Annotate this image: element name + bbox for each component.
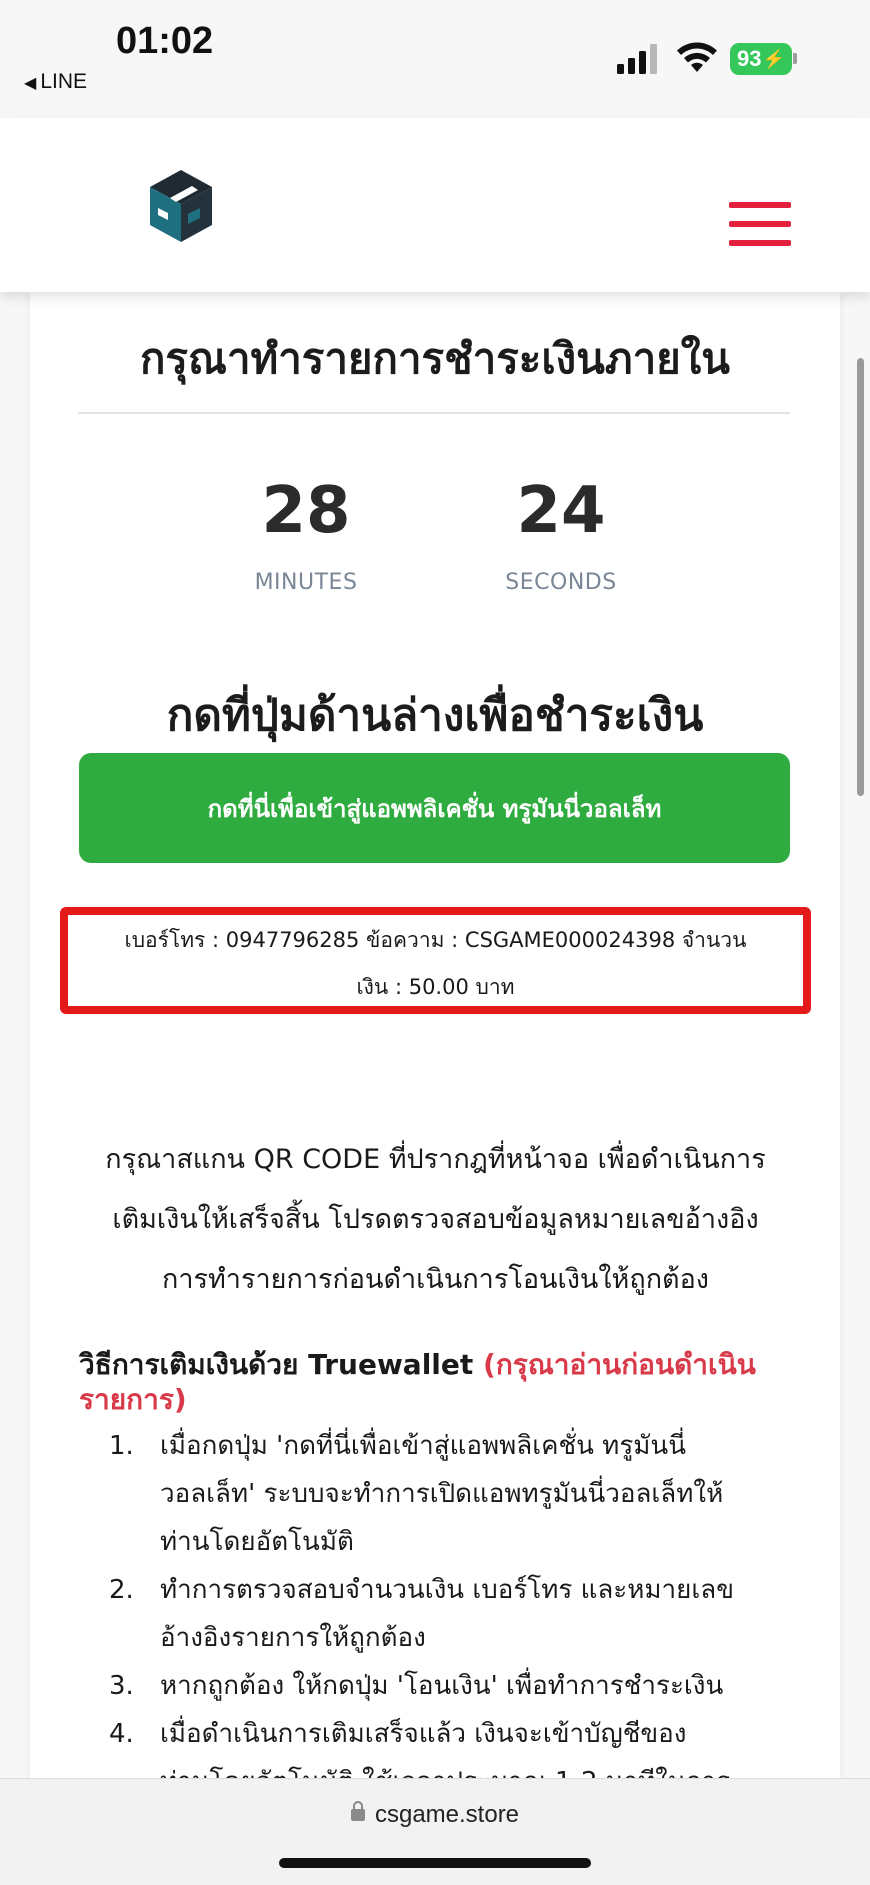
battery-level: 93 (737, 46, 762, 71)
home-indicator[interactable] (279, 1858, 591, 1868)
back-to-app-link[interactable]: ◀ LINE (24, 70, 87, 94)
scan-instructions: กรุณาสแกน QR CODE ที่ปรากฎที่หน้าจอ เพื่… (60, 1130, 811, 1310)
payment-details-box: เบอร์โทร : 0947796285 ข้อความ : CSGAME00… (60, 907, 811, 1014)
payment-title: กรุณาทำรายการชำระเงินภายใน (139, 334, 730, 383)
step-text-line: ทำการตรวจสอบจำนวนเงิน เบอร์โทร และหมายเล… (160, 1575, 734, 1605)
step-number: 3. (109, 1671, 134, 1701)
wifi-icon (677, 42, 717, 72)
instructions-line-3: การทำรายการก่อนดำเนินการโอนเงินให้ถูกต้อ… (162, 1264, 709, 1295)
step-number: 4. (109, 1719, 134, 1749)
back-triangle-icon: ◀ (24, 75, 37, 92)
step-text-line: เมื่อกดปุ่ม 'กดที่นี่เพื่อเข้าสู่แอพพลิเ… (160, 1431, 686, 1461)
status-time: 01:02 (116, 20, 214, 62)
csgame-logo-icon[interactable] (148, 168, 214, 244)
payment-details-line-1: เบอร์โทร : 0947796285 ข้อความ : CSGAME00… (124, 928, 747, 952)
how-to-title-text: วิธีการเติมเงินด้วย Truewallet (79, 1348, 474, 1381)
step-text-line: เมื่อดำเนินการเติมเสร็จแล้ว เงินจะเข้าบั… (160, 1719, 687, 1749)
battery-icon: 93 ⚡ (730, 43, 792, 75)
countdown-seconds: 24 (516, 474, 606, 548)
step-number: 2. (109, 1575, 134, 1605)
step-text-line: ท่านโดยอัตโนมัติ (160, 1527, 354, 1557)
how-to-steps: 1. เมื่อกดปุ่ม 'กดที่นี่เพื่อเข้าสู่แอพพ… (79, 1422, 819, 1782)
countdown-seconds-label: SECONDS (505, 570, 617, 595)
cellular-signal-icon (617, 44, 657, 74)
step-item: 2. ทำการตรวจสอบจำนวนเงิน เบอร์โทร และหมา… (79, 1566, 819, 1662)
instructions-line-1: กรุณาสแกน QR CODE ที่ปรากฎที่หน้าจอ เพื่… (105, 1144, 766, 1175)
charging-bolt-icon: ⚡ (762, 48, 785, 69)
step-item: 1. เมื่อกดปุ่ม 'กดที่นี่เพื่อเข้าสู่แอพพ… (79, 1422, 819, 1566)
title-divider (78, 412, 790, 414)
how-to-heading: วิธีการเติมเงินด้วย Truewallet (กรุณาอ่า… (79, 1347, 779, 1417)
site-header (0, 118, 870, 292)
battery-nub (793, 53, 797, 64)
lock-icon (350, 1801, 365, 1821)
status-bar: 01:02 ◀ LINE 93 ⚡ (0, 0, 870, 118)
url-text[interactable]: csgame.store (375, 1801, 519, 1828)
payment-details-line-2: เงิน : 50.00 บาท (356, 975, 515, 999)
back-app-label: LINE (40, 70, 87, 93)
instructions-line-2: เติมเงินให้เสร็จสิ้น โปรดตรวจสอบข้อมูลหม… (112, 1204, 759, 1235)
menu-hamburger-icon[interactable] (729, 202, 791, 246)
step-number: 1. (109, 1431, 134, 1461)
step-item: 4. เมื่อดำเนินการเติมเสร็จแล้ว เงินจะเข้… (79, 1710, 819, 1782)
browser-url-bar[interactable]: csgame.store (0, 1778, 870, 1885)
page-scrollbar[interactable] (857, 358, 864, 796)
countdown-minutes: 28 (261, 474, 351, 548)
step-text-line: อ้างอิงรายการให้ถูกต้อง (160, 1623, 426, 1653)
payment-card: กรุณาทำรายการชำระเงินภายใน 28 MINUTES 24… (30, 292, 840, 1782)
step-text-line: หากถูกต้อง ให้กดปุ่ม 'โอนเงิน' เพื่อทำกา… (160, 1671, 724, 1701)
step-item: 3. หากถูกต้อง ให้กดปุ่ม 'โอนเงิน' เพื่อท… (79, 1662, 819, 1710)
payment-subtitle: กดที่ปุ่มด้านล่างเพื่อชำระเงิน (166, 690, 704, 741)
open-truemoney-app-button[interactable]: กดที่นี่เพื่อเข้าสู่แอพพลิเคชั่น ทรูมันน… (79, 753, 790, 863)
step-text-line: วอลเล็ท' ระบบจะทำการเปิดแอพทรูมันนี่วอลเ… (160, 1479, 724, 1509)
countdown-minutes-label: MINUTES (254, 570, 358, 595)
